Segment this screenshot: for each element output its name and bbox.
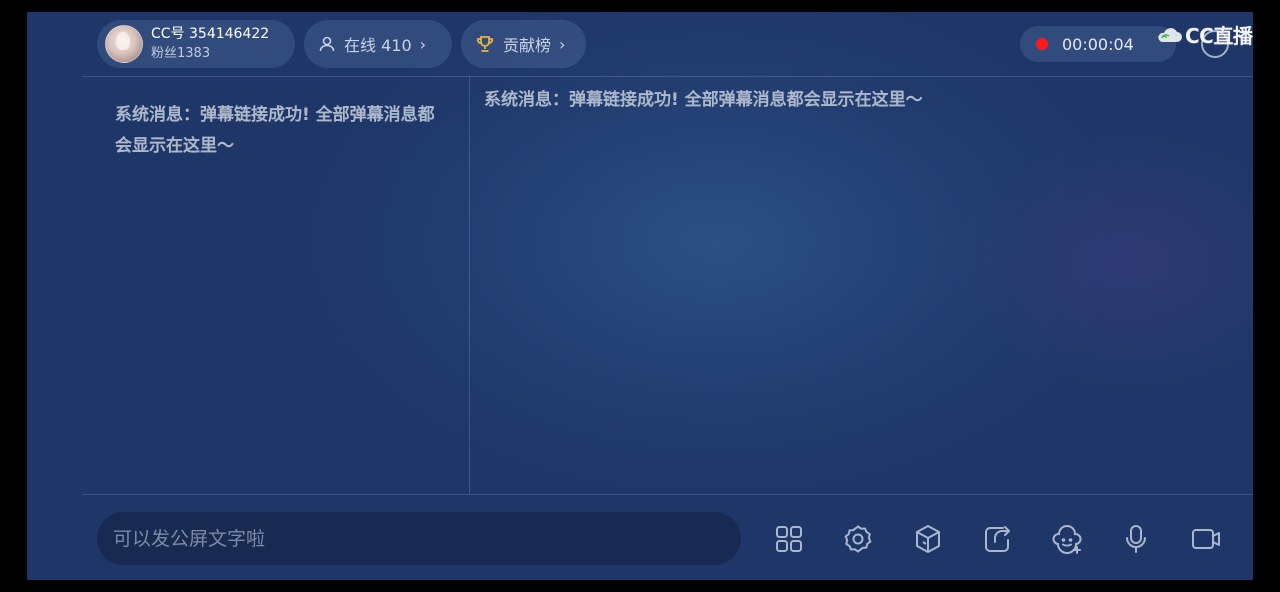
emoji-add-button[interactable] (1048, 520, 1086, 558)
cc-logo: CC直播 (1157, 20, 1253, 49)
live-room-screen: CC号 354146422 粉丝1383 在线 410 › 贡献榜 › 00:0… (27, 12, 1253, 580)
share-button[interactable] (978, 520, 1016, 558)
cube-button[interactable] (909, 520, 947, 558)
cube-icon (916, 525, 940, 553)
share-icon (985, 526, 1010, 552)
fans-count: 粉丝1383 (151, 46, 211, 61)
user-icon (318, 35, 336, 53)
grid-button[interactable] (770, 520, 808, 558)
settings-icon (844, 525, 872, 553)
anchor-id: CC号 354146422 (151, 26, 270, 42)
trophy-icon (475, 34, 495, 54)
emoji-add-icon (1052, 525, 1082, 554)
online-count-button[interactable]: 在线 410 › (304, 20, 452, 68)
avatar[interactable] (105, 25, 143, 63)
microphone-button[interactable] (1117, 520, 1155, 558)
danmaku-message-right: 系统消息：弹幕链接成功! 全部弹幕消息都会显示在这里～ (484, 90, 923, 110)
logo-text: CC直播 (1185, 24, 1253, 48)
online-label: 在线 410 (344, 36, 412, 55)
grid-icon (776, 526, 802, 552)
chevron-right-icon: › (419, 34, 427, 54)
contribution-rank-button[interactable]: 贡献榜 › (461, 20, 586, 68)
divider (469, 76, 470, 494)
danmaku-message-left: 系统消息：弹幕链接成功! 全部弹幕消息都会显示在这里～ (115, 105, 435, 156)
top-bar: CC号 354146422 粉丝1383 在线 410 › 贡献榜 › 00:0… (27, 12, 1253, 76)
camera-button[interactable] (1187, 520, 1225, 558)
contribution-label: 贡献榜 (503, 36, 552, 55)
divider (82, 76, 1253, 77)
cloud-icon (1158, 27, 1182, 42)
camera-icon (1192, 529, 1220, 549)
divider (82, 494, 1253, 495)
anchor-info[interactable]: CC号 354146422 粉丝1383 (97, 20, 295, 68)
chevron-right-icon: › (559, 34, 566, 54)
record-dot-icon (1036, 38, 1048, 50)
live-timer: 00:00:04 (1020, 26, 1176, 62)
timer-value: 00:00:04 (1062, 34, 1134, 54)
settings-button[interactable] (839, 520, 877, 558)
chat-input[interactable] (97, 512, 741, 565)
mic-icon (1126, 525, 1146, 553)
